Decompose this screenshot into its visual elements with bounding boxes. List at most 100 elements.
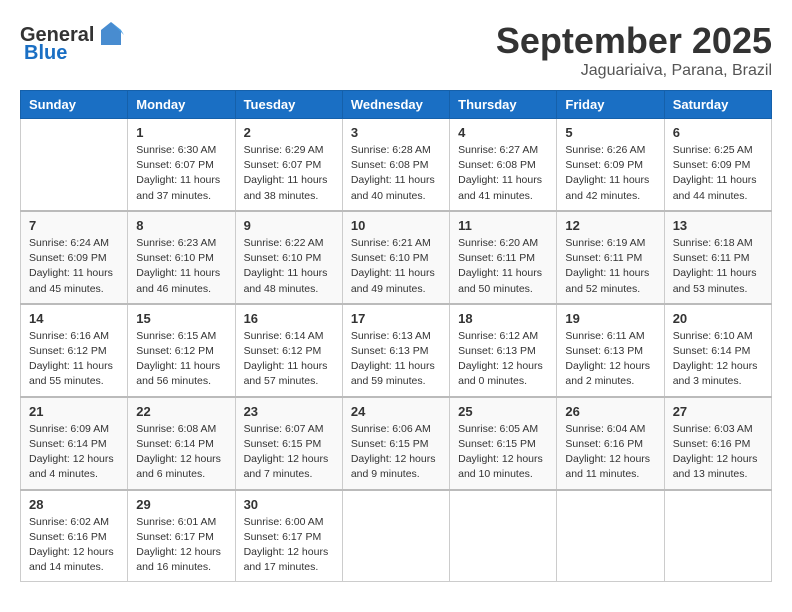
- logo: General Blue: [20, 20, 126, 65]
- day-info: Sunrise: 6:05 AMSunset: 6:15 PMDaylight:…: [458, 422, 548, 483]
- calendar-cell: 12 Sunrise: 6:19 AMSunset: 6:11 PMDayligh…: [557, 211, 664, 304]
- calendar-cell: 14Sunrise: 6:16 AMSunset: 6:12 PMDayligh…: [21, 304, 128, 397]
- calendar-header-row: SundayMondayTuesdayWednesdayThursdayFrid…: [21, 91, 772, 119]
- month-title: September 2025: [496, 20, 772, 62]
- calendar-cell: 21Sunrise: 6:09 AMSunset: 6:14 PMDayligh…: [21, 397, 128, 490]
- day-number: 26: [565, 404, 655, 419]
- calendar-cell: 8 Sunrise: 6:23 AMSunset: 6:10 PMDaylight…: [128, 211, 235, 304]
- calendar-cell: 23 Sunrise: 6:07 AMSunset: 6:15 PMDayligh…: [235, 397, 342, 490]
- day-info: Sunrise: 6:23 AMSunset: 6:10 PMDaylight:…: [136, 236, 226, 297]
- calendar-cell: 5Sunrise: 6:26 AMSunset: 6:09 PMDaylight…: [557, 119, 664, 211]
- header: General Blue September 2025 Jaguariaiva,…: [20, 20, 772, 80]
- day-number: 4: [458, 125, 548, 140]
- calendar-cell: 4 Sunrise: 6:27 AMSunset: 6:08 PMDaylight…: [450, 119, 557, 211]
- calendar-cell: 20 Sunrise: 6:10 AMSunset: 6:14 PMDayligh…: [664, 304, 771, 397]
- calendar-week-row: 21Sunrise: 6:09 AMSunset: 6:14 PMDayligh…: [21, 397, 772, 490]
- calendar-cell: 18Sunrise: 6:12 AMSunset: 6:13 PMDayligh…: [450, 304, 557, 397]
- day-number: 23: [244, 404, 334, 419]
- calendar-cell: 2 Sunrise: 6:29 AMSunset: 6:07 PMDaylight…: [235, 119, 342, 211]
- day-number: 29: [136, 497, 226, 512]
- header-day: Tuesday: [235, 91, 342, 119]
- day-number: 7: [29, 218, 119, 233]
- logo-blue: Blue: [24, 42, 67, 65]
- calendar-cell: 16 Sunrise: 6:14 AMSunset: 6:12 PMDayligh…: [235, 304, 342, 397]
- calendar-cell: 22 Sunrise: 6:08 AMSunset: 6:14 PMDayligh…: [128, 397, 235, 490]
- day-number: 11: [458, 218, 548, 233]
- calendar-cell: 7 Sunrise: 6:24 AMSunset: 6:09 PMDaylight…: [21, 211, 128, 304]
- title-section: September 2025 Jaguariaiva, Parana, Braz…: [496, 20, 772, 80]
- calendar-cell: 13 Sunrise: 6:18 AMSunset: 6:11 PMDayligh…: [664, 211, 771, 304]
- day-number: 2: [244, 125, 334, 140]
- day-number: 19: [565, 311, 655, 326]
- calendar-cell: [21, 119, 128, 211]
- day-number: 20: [673, 311, 763, 326]
- calendar: SundayMondayTuesdayWednesdayThursdayFrid…: [20, 90, 772, 582]
- day-info: Sunrise: 6:27 AMSunset: 6:08 PMDaylight:…: [458, 143, 548, 204]
- calendar-week-row: 28 Sunrise: 6:02 AMSunset: 6:16 PMDayligh…: [21, 490, 772, 582]
- calendar-cell: 15 Sunrise: 6:15 AMSunset: 6:12 PMDayligh…: [128, 304, 235, 397]
- day-number: 27: [673, 404, 763, 419]
- day-number: 10: [351, 218, 441, 233]
- day-info: Sunrise: 6:10 AMSunset: 6:14 PMDaylight:…: [673, 329, 763, 390]
- calendar-cell: 25 Sunrise: 6:05 AMSunset: 6:15 PMDayligh…: [450, 397, 557, 490]
- day-info: Sunrise: 6:12 AMSunset: 6:13 PMDaylight:…: [458, 329, 548, 390]
- day-info: Sunrise: 6:24 AMSunset: 6:09 PMDaylight:…: [29, 236, 119, 297]
- day-info: Sunrise: 6:30 AMSunset: 6:07 PMDaylight:…: [136, 143, 226, 204]
- day-info: Sunrise: 6:08 AMSunset: 6:14 PMDaylight:…: [136, 422, 226, 483]
- calendar-week-row: 14Sunrise: 6:16 AMSunset: 6:12 PMDayligh…: [21, 304, 772, 397]
- day-number: 28: [29, 497, 119, 512]
- day-info: Sunrise: 6:22 AMSunset: 6:10 PMDaylight:…: [244, 236, 334, 297]
- day-info: Sunrise: 6:15 AMSunset: 6:12 PMDaylight:…: [136, 329, 226, 390]
- day-info: Sunrise: 6:14 AMSunset: 6:12 PMDaylight:…: [244, 329, 334, 390]
- day-info: Sunrise: 6:07 AMSunset: 6:15 PMDaylight:…: [244, 422, 334, 483]
- calendar-cell: 28 Sunrise: 6:02 AMSunset: 6:16 PMDayligh…: [21, 490, 128, 582]
- calendar-cell: 9 Sunrise: 6:22 AMSunset: 6:10 PMDaylight…: [235, 211, 342, 304]
- header-day: Sunday: [21, 91, 128, 119]
- calendar-cell: 10Sunrise: 6:21 AMSunset: 6:10 PMDayligh…: [342, 211, 449, 304]
- day-number: 25: [458, 404, 548, 419]
- calendar-cell: 3 Sunrise: 6:28 AMSunset: 6:08 PMDaylight…: [342, 119, 449, 211]
- day-number: 13: [673, 218, 763, 233]
- day-number: 14: [29, 311, 119, 326]
- logo-icon: [96, 20, 126, 50]
- day-number: 1: [136, 125, 226, 140]
- day-number: 3: [351, 125, 441, 140]
- day-number: 8: [136, 218, 226, 233]
- day-info: Sunrise: 6:01 AMSunset: 6:17 PMDaylight:…: [136, 515, 226, 576]
- day-info: Sunrise: 6:29 AMSunset: 6:07 PMDaylight:…: [244, 143, 334, 204]
- day-info: Sunrise: 6:02 AMSunset: 6:16 PMDaylight:…: [29, 515, 119, 576]
- day-number: 6: [673, 125, 763, 140]
- calendar-cell: 30Sunrise: 6:00 AMSunset: 6:17 PMDayligh…: [235, 490, 342, 582]
- header-day: Monday: [128, 91, 235, 119]
- calendar-cell: [342, 490, 449, 582]
- calendar-week-row: 7 Sunrise: 6:24 AMSunset: 6:09 PMDaylight…: [21, 211, 772, 304]
- calendar-cell: 26 Sunrise: 6:04 AMSunset: 6:16 PMDayligh…: [557, 397, 664, 490]
- header-day: Friday: [557, 91, 664, 119]
- day-number: 21: [29, 404, 119, 419]
- day-number: 17: [351, 311, 441, 326]
- day-info: Sunrise: 6:13 AMSunset: 6:13 PMDaylight:…: [351, 329, 441, 390]
- calendar-cell: 19 Sunrise: 6:11 AMSunset: 6:13 PMDayligh…: [557, 304, 664, 397]
- day-number: 15: [136, 311, 226, 326]
- day-info: Sunrise: 6:25 AMSunset: 6:09 PMDaylight:…: [673, 143, 763, 204]
- calendar-cell: [664, 490, 771, 582]
- header-day: Thursday: [450, 91, 557, 119]
- day-info: Sunrise: 6:03 AMSunset: 6:16 PMDaylight:…: [673, 422, 763, 483]
- day-info: Sunrise: 6:00 AMSunset: 6:17 PMDaylight:…: [244, 515, 334, 576]
- day-number: 9: [244, 218, 334, 233]
- day-info: Sunrise: 6:04 AMSunset: 6:16 PMDaylight:…: [565, 422, 655, 483]
- header-day: Wednesday: [342, 91, 449, 119]
- day-number: 24: [351, 404, 441, 419]
- location-subtitle: Jaguariaiva, Parana, Brazil: [496, 62, 772, 80]
- day-number: 12: [565, 218, 655, 233]
- header-day: Saturday: [664, 91, 771, 119]
- day-number: 16: [244, 311, 334, 326]
- calendar-cell: 17 Sunrise: 6:13 AMSunset: 6:13 PMDayligh…: [342, 304, 449, 397]
- calendar-cell: 6 Sunrise: 6:25 AMSunset: 6:09 PMDaylight…: [664, 119, 771, 211]
- day-info: Sunrise: 6:28 AMSunset: 6:08 PMDaylight:…: [351, 143, 441, 204]
- day-info: Sunrise: 6:18 AMSunset: 6:11 PMDaylight:…: [673, 236, 763, 297]
- day-info: Sunrise: 6:19 AMSunset: 6:11 PMDaylight:…: [565, 236, 655, 297]
- day-number: 22: [136, 404, 226, 419]
- calendar-cell: 24Sunrise: 6:06 AMSunset: 6:15 PMDayligh…: [342, 397, 449, 490]
- day-info: Sunrise: 6:11 AMSunset: 6:13 PMDaylight:…: [565, 329, 655, 390]
